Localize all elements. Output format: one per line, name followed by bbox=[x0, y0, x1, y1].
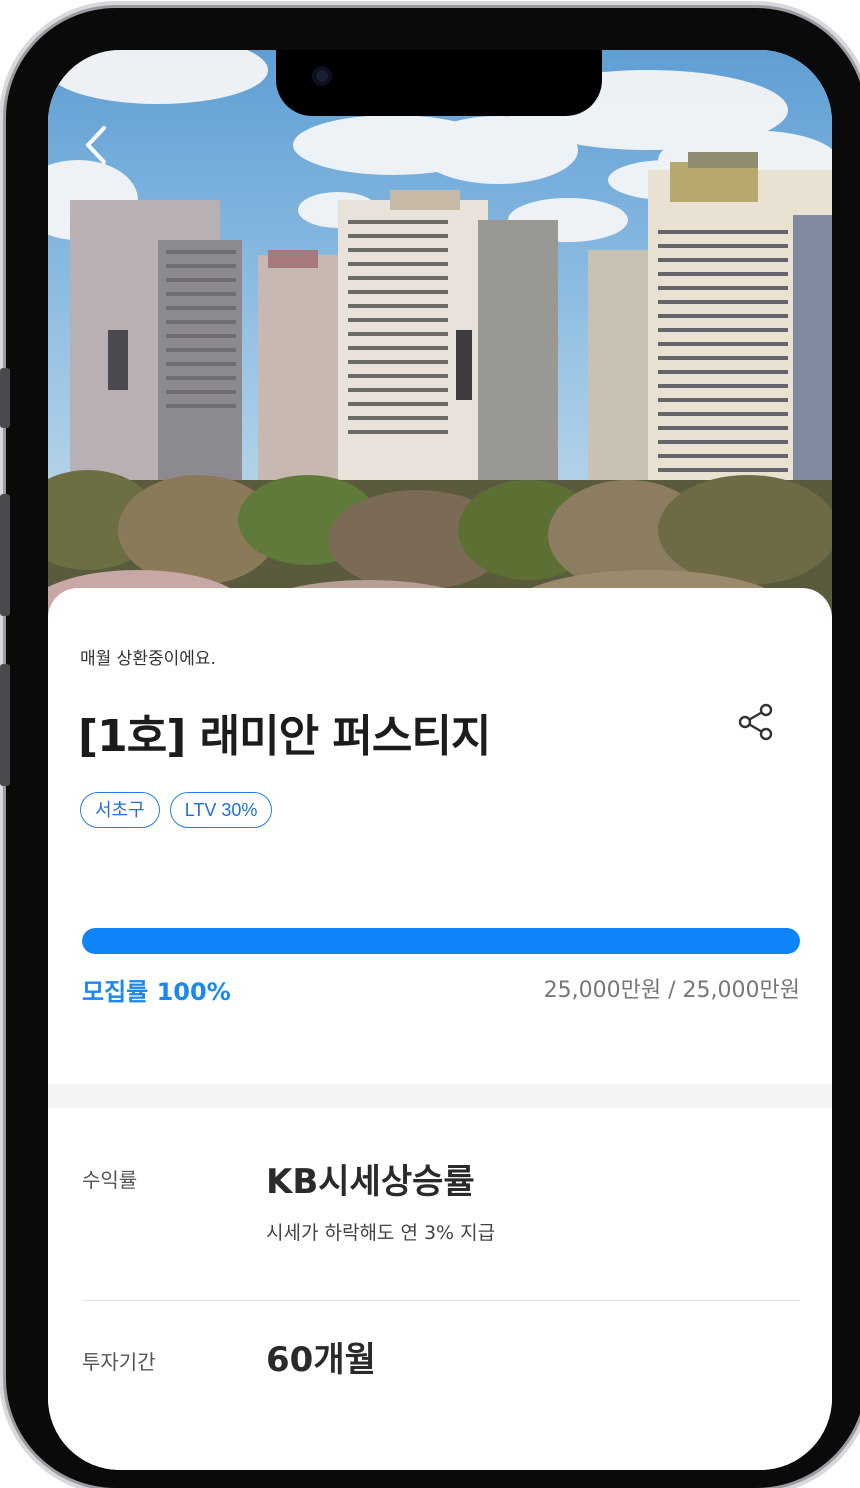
chevron-left-icon bbox=[86, 126, 106, 164]
section-divider bbox=[48, 1084, 832, 1108]
row-divider bbox=[82, 1300, 800, 1301]
funding-rate: 모집률 100% bbox=[82, 978, 231, 1006]
repayment-status: 매월 상환중이에요. bbox=[80, 649, 216, 669]
hero-image bbox=[48, 50, 832, 630]
volume-down-button bbox=[0, 664, 10, 786]
back-button[interactable] bbox=[78, 120, 118, 170]
front-camera bbox=[312, 66, 332, 86]
share-button[interactable] bbox=[734, 700, 778, 744]
product-card: 매월 상환중이에요. [1호] 래미안 퍼스티지 서초구 LTV 30% 모집률… bbox=[48, 588, 832, 1470]
product-title: [1호] 래미안 퍼스티지 bbox=[78, 711, 491, 762]
period-label: 투자기간 bbox=[82, 1350, 156, 1374]
tag-ltv: LTV 30% bbox=[169, 792, 273, 828]
period-value: 60개월 bbox=[266, 1340, 376, 1380]
tag-list: 서초구 LTV 30% bbox=[80, 792, 273, 828]
return-value: KB시세상승률 bbox=[266, 1162, 475, 1202]
volume-up-button bbox=[0, 494, 10, 616]
share-icon bbox=[738, 703, 773, 741]
return-note: 시세가 하락해도 연 3% 지급 bbox=[266, 1222, 496, 1244]
funding-amount: 25,000만원 / 25,000만원 bbox=[543, 978, 800, 1003]
funding-progress-bar bbox=[82, 928, 800, 954]
phone-screen: 매월 상환중이에요. [1호] 래미안 퍼스티지 서초구 LTV 30% 모집률… bbox=[48, 50, 832, 1470]
return-label: 수익률 bbox=[82, 1168, 138, 1192]
tag-district: 서초구 bbox=[80, 792, 160, 828]
mute-switch bbox=[0, 368, 10, 428]
funding-progress-fill bbox=[82, 928, 800, 954]
